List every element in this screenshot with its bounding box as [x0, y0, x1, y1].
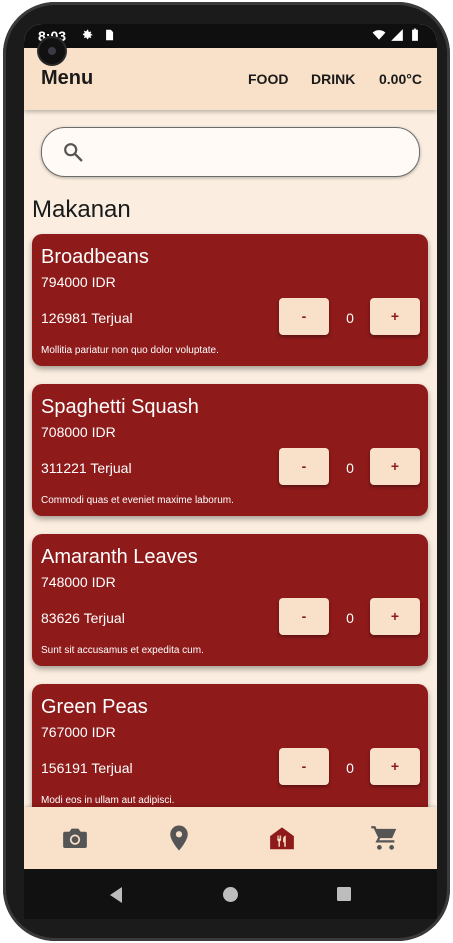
- front-camera: [39, 38, 65, 64]
- bottom-navigation: [24, 807, 437, 869]
- food-sold-count: 311221 Terjual: [41, 460, 132, 476]
- nav-drink-tab[interactable]: DRINK: [311, 71, 355, 87]
- food-description: Commodi quas et eveniet maxime laborum.: [41, 495, 234, 506]
- sim-card-icon: [106, 29, 114, 41]
- food-price: 748000 IDR: [41, 574, 116, 590]
- decrement-button[interactable]: -: [279, 598, 329, 635]
- back-icon[interactable]: [108, 886, 124, 904]
- decrement-button[interactable]: -: [279, 448, 329, 485]
- food-card: Spaghetti Squash 708000 IDR 311221 Terju…: [32, 384, 428, 516]
- temperature-readout: 0.00°C: [379, 71, 422, 87]
- restaurant-icon[interactable]: [267, 823, 297, 853]
- food-price: 767000 IDR: [41, 724, 116, 740]
- food-sold-count: 126981 Terjual: [41, 310, 133, 326]
- food-sold-count: 83626 Terjual: [41, 610, 125, 626]
- signal-icon: [391, 29, 403, 41]
- quantity-value: 0: [346, 310, 354, 326]
- food-card: Green Peas 767000 IDR 156191 Terjual - 0…: [32, 684, 428, 816]
- camera-icon[interactable]: [60, 823, 90, 853]
- nav-food-tab[interactable]: FOOD: [248, 71, 288, 87]
- battery-icon: [412, 28, 418, 41]
- recents-icon[interactable]: [336, 886, 352, 902]
- search-icon: [64, 143, 83, 162]
- quantity-value: 0: [346, 760, 354, 776]
- settings-icon: [82, 29, 93, 40]
- increment-button[interactable]: +: [370, 448, 420, 485]
- location-pin-icon[interactable]: [164, 823, 194, 853]
- app-bar: Menu FOOD DRINK 0.00°C: [24, 48, 437, 110]
- system-navigation-bar: [24, 869, 437, 919]
- quantity-value: 0: [346, 610, 354, 626]
- status-bar: 8:03: [24, 24, 437, 48]
- home-icon[interactable]: [222, 886, 239, 903]
- quantity-value: 0: [346, 460, 354, 476]
- food-name: Green Peas: [41, 696, 148, 718]
- food-price: 794000 IDR: [41, 274, 116, 290]
- device: 8:03 Menu FOOD DRINK 0.00°C Makanan Broa…: [0, 0, 453, 943]
- wifi-icon: [372, 30, 386, 40]
- food-name: Amaranth Leaves: [41, 546, 198, 568]
- food-description: Modi eos in ullam aut adipisci.: [41, 795, 175, 806]
- app-screen: 8:03 Menu FOOD DRINK 0.00°C Makanan Broa…: [24, 24, 437, 869]
- food-card: Broadbeans 794000 IDR 126981 Terjual - 0…: [32, 234, 428, 366]
- decrement-button[interactable]: -: [279, 298, 329, 335]
- search-input[interactable]: [41, 127, 420, 177]
- food-name: Broadbeans: [41, 246, 149, 268]
- cart-icon[interactable]: [370, 823, 400, 853]
- food-description: Mollitia pariatur non quo dolor voluptat…: [41, 345, 219, 356]
- increment-button[interactable]: +: [370, 598, 420, 635]
- decrement-button[interactable]: -: [279, 748, 329, 785]
- section-title: Makanan: [32, 196, 131, 223]
- increment-button[interactable]: +: [370, 748, 420, 785]
- food-sold-count: 156191 Terjual: [41, 760, 133, 776]
- food-card: Amaranth Leaves 748000 IDR 83626 Terjual…: [32, 534, 428, 666]
- food-description: Sunt sit accusamus et expedita cum.: [41, 645, 204, 656]
- increment-button[interactable]: +: [370, 298, 420, 335]
- food-name: Spaghetti Squash: [41, 396, 199, 418]
- page-title: Menu: [41, 67, 94, 89]
- food-price: 708000 IDR: [41, 424, 116, 440]
